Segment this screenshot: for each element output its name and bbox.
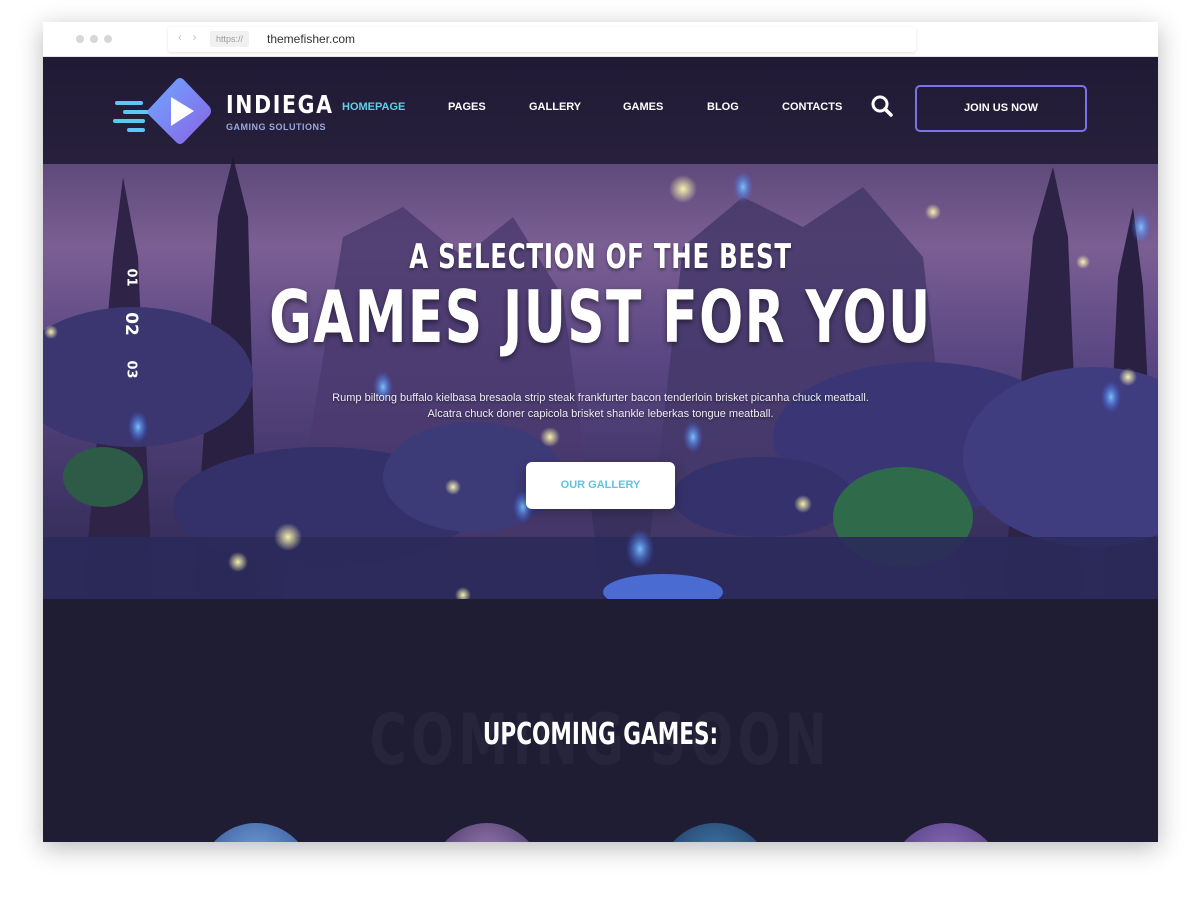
search-icon[interactable] [870, 94, 894, 118]
nav-item-games[interactable]: GAMES [623, 101, 663, 113]
nav-item-blog[interactable]: BLOG [707, 101, 739, 113]
slide-indicator-1[interactable]: 01 [124, 266, 139, 290]
brand-tagline: GAMING SOLUTIONS [226, 122, 326, 132]
upcoming-games-section: COMING SOON UPCOMING GAMES: [43, 599, 1158, 842]
hero-description-line-2: Alcatra chuck doner capicola brisket sha… [427, 408, 774, 420]
upcoming-game-thumbnail[interactable] [200, 823, 312, 842]
play-icon [113, 78, 211, 144]
nav-item-homepage[interactable]: HOMEPAGE [342, 101, 405, 113]
minimize-dot-icon[interactable] [90, 35, 98, 43]
site-header: INDIEGA GAMING SOLUTIONS HOMEPAGE PAGES … [43, 57, 1158, 164]
join-us-button[interactable]: JOIN US NOW [915, 85, 1087, 132]
hero-description: Rump biltong buffalo kielbasa bresaola s… [43, 390, 1158, 422]
hero-description-line-1: Rump biltong buffalo kielbasa bresaola s… [332, 392, 869, 404]
url-protocol: https:// [210, 31, 250, 47]
window-controls [76, 35, 112, 43]
back-forward-icon[interactable]: ‹ › [178, 32, 200, 44]
brand-name: INDIEGA [226, 90, 334, 119]
hero-title: GAMES JUST FOR YOU [269, 275, 932, 359]
nav-item-pages[interactable]: PAGES [448, 101, 486, 113]
browser-window: ‹ › https:// themefisher.com INDIEGA GAM… [43, 22, 1158, 842]
url-host: themefisher.com [267, 32, 356, 46]
hero-subtitle: A SELECTION OF THE BEST [409, 237, 792, 277]
slide-indicator-3[interactable]: 03 [124, 358, 139, 382]
upcoming-games-title: UPCOMING GAMES: [482, 717, 719, 752]
nav-item-contacts[interactable]: CONTACTS [782, 101, 842, 113]
close-dot-icon[interactable] [76, 35, 84, 43]
maximize-dot-icon[interactable] [104, 35, 112, 43]
site-logo[interactable]: INDIEGA GAMING SOLUTIONS [113, 74, 332, 149]
address-bar[interactable]: ‹ › https:// themefisher.com [168, 27, 916, 52]
browser-toolbar: ‹ › https:// themefisher.com [43, 22, 1158, 57]
slide-indicator-2[interactable]: 02 [121, 312, 141, 336]
upcoming-game-thumbnail[interactable] [659, 823, 771, 842]
our-gallery-button[interactable]: OUR GALLERY [526, 462, 675, 509]
hero-section: INDIEGA GAMING SOLUTIONS HOMEPAGE PAGES … [43, 57, 1158, 599]
upcoming-game-thumbnail[interactable] [431, 823, 543, 842]
upcoming-game-thumbnail[interactable] [890, 823, 1002, 842]
nav-item-gallery[interactable]: GALLERY [529, 101, 581, 113]
